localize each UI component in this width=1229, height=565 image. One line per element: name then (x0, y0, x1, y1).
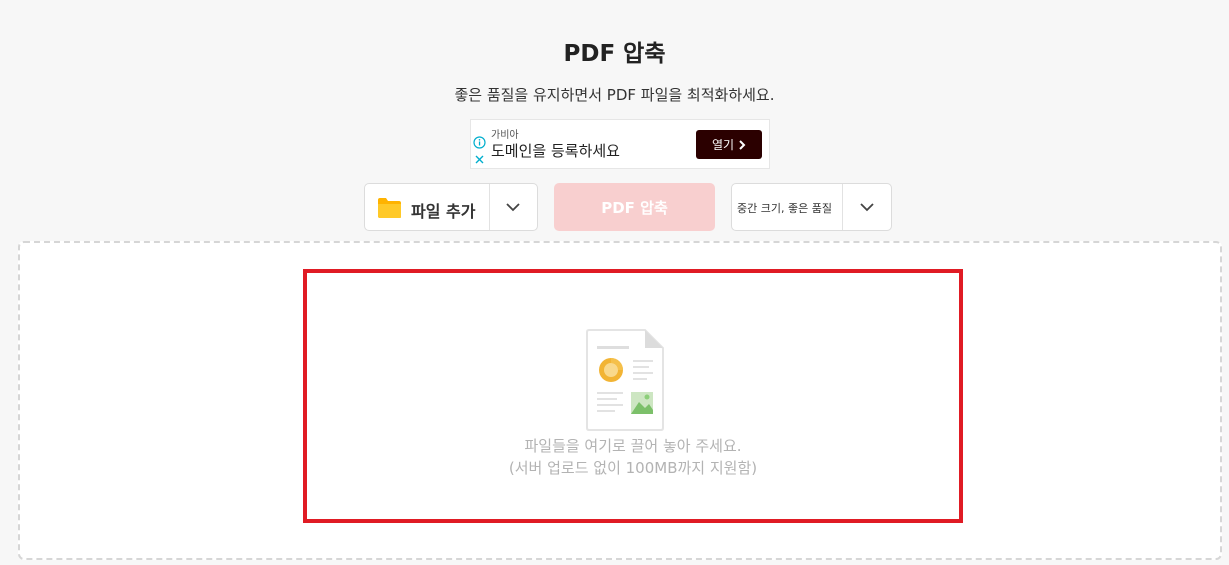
compress-pdf-button[interactable]: PDF 압축 (554, 183, 715, 231)
ad-banner[interactable]: 가비아 도메인을 등록하세요 열기 (470, 119, 770, 169)
folder-icon (378, 198, 401, 218)
ad-brand: 가비아 (491, 130, 519, 141)
add-file-button[interactable]: 파일 추가 (364, 183, 538, 231)
drop-text-line2: (서버 업로드 없이 100MB까지 지원함) (508, 459, 758, 477)
chevron-down-icon[interactable] (504, 200, 522, 214)
quality-label: 중간 크기, 좋은 품질 (737, 202, 832, 215)
page-title: PDF 압축 (563, 41, 666, 67)
drop-text-line1: 파일들을 여기로 끌어 놓아 주세요. (524, 437, 742, 455)
quality-select[interactable]: 중간 크기, 좋은 품질 (731, 183, 892, 231)
page-subtitle: 좋은 품질을 유지하면서 PDF 파일을 최적화하세요. (454, 86, 775, 104)
chevron-right-icon (739, 139, 746, 150)
divider (842, 184, 843, 230)
ad-open-button[interactable]: 열기 (696, 130, 762, 159)
chevron-down-icon[interactable] (858, 200, 876, 214)
drop-instructions: 파일들을 여기로 끌어 놓아 주세요. (서버 업로드 없이 100MB까지 지… (307, 435, 959, 479)
ad-text[interactable]: 도메인을 등록하세요 (491, 140, 620, 161)
ad-open-label: 열기 (711, 138, 735, 152)
file-dropzone[interactable]: 파일들을 여기로 끌어 놓아 주세요. (서버 업로드 없이 100MB까지 지… (303, 269, 963, 523)
document-icon (586, 329, 664, 431)
add-file-label: 파일 추가 (411, 202, 476, 221)
divider (489, 184, 490, 230)
close-icon[interactable] (474, 154, 485, 165)
info-icon[interactable] (473, 136, 486, 149)
